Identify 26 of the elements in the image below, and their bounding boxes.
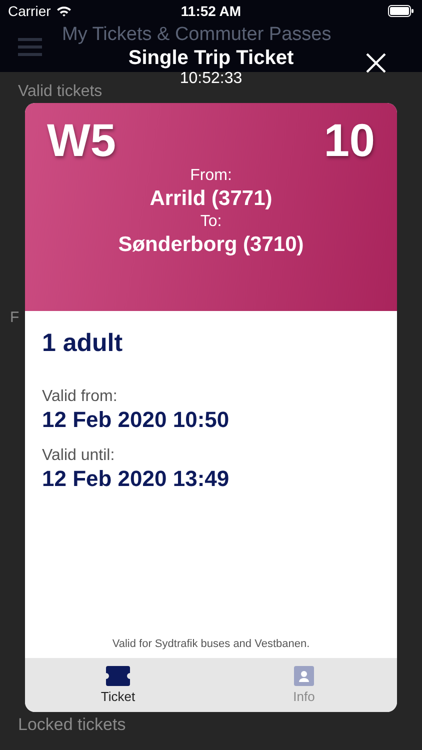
battery-icon [388, 5, 414, 17]
page-title: My Tickets & Commuter Passes [62, 25, 332, 45]
zone-label: W5 [47, 115, 116, 165]
to-label: To: [200, 213, 222, 231]
status-time: 11:52 AM [180, 3, 242, 19]
from-stop: Arrild (3771) [150, 187, 272, 211]
carrier-label: Carrier [8, 3, 51, 19]
validity-note: Valid for Sydtrafik buses and Vestbanen. [112, 638, 310, 650]
valid-from-label: Valid from: [42, 388, 118, 406]
section-label: Locked tickets [18, 715, 126, 735]
section-label: F [10, 309, 20, 326]
zone-count: 10 [324, 115, 375, 165]
ticket-clock: 10:52:33 [180, 70, 242, 88]
close-icon[interactable] [365, 52, 387, 74]
valid-until-date: 12 Feb 2020 13:49 [42, 466, 230, 492]
person-icon [294, 666, 314, 686]
modal-title: Single Trip Ticket [128, 47, 294, 69]
tab[interactable]: Ticket [25, 658, 211, 712]
section-label: Valid tickets [18, 83, 102, 101]
to-stop: Sønderborg (3710) [118, 233, 304, 257]
valid-until-label: Valid until: [42, 447, 115, 465]
valid-from-date: 12 Feb 2020 10:50 [42, 407, 230, 433]
passenger-count: 1 adult [42, 329, 123, 358]
wifi-icon [56, 5, 72, 17]
from-label: From: [190, 167, 232, 185]
ticket-icon [106, 666, 130, 686]
